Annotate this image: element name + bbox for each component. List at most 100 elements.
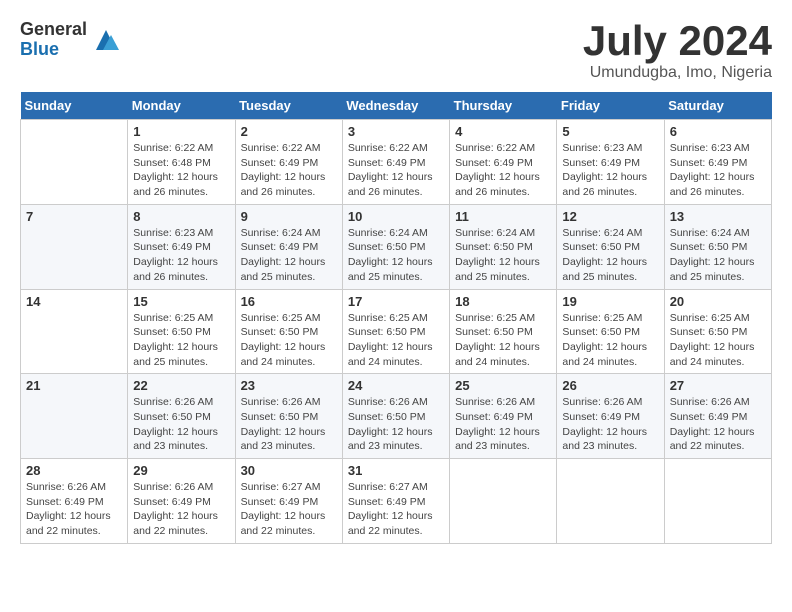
day-number: 13 <box>670 209 766 224</box>
day-number: 3 <box>348 124 444 139</box>
day-number: 29 <box>133 463 229 478</box>
day-number: 26 <box>562 378 658 393</box>
calendar-body: 1 Sunrise: 6:22 AMSunset: 6:48 PMDaylight… <box>21 120 772 544</box>
week-row-4: 21 22 Sunrise: 6:26 AMSunset: 6:50 PMDayli… <box>21 374 772 459</box>
location-text: Umundugba, Imo, Nigeria <box>583 64 772 82</box>
calendar-cell: 15 Sunrise: 6:25 AMSunset: 6:50 PMDayligh… <box>128 289 235 374</box>
calendar-cell: 17Sunrise: 6:25 AMSunset: 6:50 PMDayligh… <box>342 289 449 374</box>
day-number: 8 <box>133 209 229 224</box>
day-number: 4 <box>455 124 551 139</box>
calendar-cell: 27 Sunrise: 6:26 AMSunset: 6:49 PMDayligh… <box>664 374 771 459</box>
day-number: 31 <box>348 463 444 478</box>
day-info: Sunrise: 6:22 AMSunset: 6:49 PMDaylight:… <box>455 141 551 200</box>
day-info: Sunrise: 6:27 AMSunset: 6:49 PMDaylight:… <box>348 480 444 539</box>
day-info: Sunrise: 6:26 AMSunset: 6:49 PMDaylight:… <box>133 480 229 539</box>
calendar-cell: 7 <box>21 204 128 289</box>
calendar-cell: 31 Sunrise: 6:27 AMSunset: 6:49 PMDayligh… <box>342 459 449 544</box>
day-info: Sunrise: 6:26 AMSunset: 6:50 PMDaylight:… <box>133 395 229 454</box>
calendar-cell: 11 Sunrise: 6:24 AMSunset: 6:50 PMDayligh… <box>450 204 557 289</box>
calendar-cell: 9 Sunrise: 6:24 AMSunset: 6:49 PMDaylight… <box>235 204 342 289</box>
header-day-saturday: Saturday <box>664 92 771 120</box>
calendar-cell <box>664 459 771 544</box>
logo-general-text: General <box>20 20 87 40</box>
day-info: Sunrise: 6:26 AMSunset: 6:49 PMDaylight:… <box>26 480 122 539</box>
calendar-cell: 30 Sunrise: 6:27 AMSunset: 6:49 PMDayligh… <box>235 459 342 544</box>
day-info: Sunrise: 6:26 AMSunset: 6:50 PMDaylight:… <box>348 395 444 454</box>
calendar-cell: 10 Sunrise: 6:24 AMSunset: 6:50 PMDayligh… <box>342 204 449 289</box>
header-day-monday: Monday <box>128 92 235 120</box>
day-number: 15 <box>133 294 229 309</box>
day-info: Sunrise: 6:26 AMSunset: 6:50 PMDaylight:… <box>241 395 337 454</box>
day-number: 14 <box>26 294 122 309</box>
calendar-cell: 24Sunrise: 6:26 AMSunset: 6:50 PMDayligh… <box>342 374 449 459</box>
day-number: 30 <box>241 463 337 478</box>
day-info: Sunrise: 6:24 AMSunset: 6:50 PMDaylight:… <box>455 226 551 285</box>
day-number: 11 <box>455 209 551 224</box>
day-info: Sunrise: 6:22 AMSunset: 6:49 PMDaylight:… <box>348 141 444 200</box>
header-day-sunday: Sunday <box>21 92 128 120</box>
calendar-cell: 14 <box>21 289 128 374</box>
calendar-cell <box>450 459 557 544</box>
day-info: Sunrise: 6:24 AMSunset: 6:50 PMDaylight:… <box>562 226 658 285</box>
day-info: Sunrise: 6:26 AMSunset: 6:49 PMDaylight:… <box>670 395 766 454</box>
day-number: 9 <box>241 209 337 224</box>
day-info: Sunrise: 6:26 AMSunset: 6:49 PMDaylight:… <box>562 395 658 454</box>
day-number: 12 <box>562 209 658 224</box>
day-number: 6 <box>670 124 766 139</box>
day-info: Sunrise: 6:24 AMSunset: 6:50 PMDaylight:… <box>348 226 444 285</box>
calendar-cell: 23Sunrise: 6:26 AMSunset: 6:50 PMDayligh… <box>235 374 342 459</box>
calendar-cell: 13Sunrise: 6:24 AMSunset: 6:50 PMDayligh… <box>664 204 771 289</box>
day-number: 17 <box>348 294 444 309</box>
calendar-cell <box>21 120 128 205</box>
header-day-wednesday: Wednesday <box>342 92 449 120</box>
title-block: July 2024 Umundugba, Imo, Nigeria <box>583 20 772 82</box>
day-info: Sunrise: 6:25 AMSunset: 6:50 PMDaylight:… <box>241 311 337 370</box>
calendar-cell: 26 Sunrise: 6:26 AMSunset: 6:49 PMDayligh… <box>557 374 664 459</box>
week-row-1: 1 Sunrise: 6:22 AMSunset: 6:48 PMDaylight… <box>21 120 772 205</box>
day-number: 7 <box>26 209 122 224</box>
week-row-2: 78Sunrise: 6:23 AMSunset: 6:49 PMDayligh… <box>21 204 772 289</box>
day-number: 5 <box>562 124 658 139</box>
calendar-cell: 18Sunrise: 6:25 AMSunset: 6:50 PMDayligh… <box>450 289 557 374</box>
day-info: Sunrise: 6:25 AMSunset: 6:50 PMDaylight:… <box>562 311 658 370</box>
day-info: Sunrise: 6:27 AMSunset: 6:49 PMDaylight:… <box>241 480 337 539</box>
calendar-cell: 3 Sunrise: 6:22 AMSunset: 6:49 PMDaylight… <box>342 120 449 205</box>
day-info: Sunrise: 6:23 AMSunset: 6:49 PMDaylight:… <box>562 141 658 200</box>
page-header: General Blue July 2024 Umundugba, Imo, N… <box>20 20 772 82</box>
calendar-cell: 12 Sunrise: 6:24 AMSunset: 6:50 PMDayligh… <box>557 204 664 289</box>
day-number: 1 <box>133 124 229 139</box>
calendar-table: SundayMondayTuesdayWednesdayThursdayFrid… <box>20 92 772 544</box>
calendar-cell: 4 Sunrise: 6:22 AMSunset: 6:49 PMDaylight… <box>450 120 557 205</box>
calendar-cell: 1 Sunrise: 6:22 AMSunset: 6:48 PMDaylight… <box>128 120 235 205</box>
logo-icon <box>91 25 121 55</box>
day-number: 2 <box>241 124 337 139</box>
calendar-cell: 29 Sunrise: 6:26 AMSunset: 6:49 PMDayligh… <box>128 459 235 544</box>
day-info: Sunrise: 6:24 AMSunset: 6:49 PMDaylight:… <box>241 226 337 285</box>
day-info: Sunrise: 6:25 AMSunset: 6:50 PMDaylight:… <box>670 311 766 370</box>
day-info: Sunrise: 6:22 AMSunset: 6:48 PMDaylight:… <box>133 141 229 200</box>
logo-blue-text: Blue <box>20 40 87 60</box>
calendar-cell: 19Sunrise: 6:25 AMSunset: 6:50 PMDayligh… <box>557 289 664 374</box>
calendar-cell: 2 Sunrise: 6:22 AMSunset: 6:49 PMDaylight… <box>235 120 342 205</box>
day-number: 10 <box>348 209 444 224</box>
day-number: 27 <box>670 378 766 393</box>
day-info: Sunrise: 6:22 AMSunset: 6:49 PMDaylight:… <box>241 141 337 200</box>
logo: General Blue <box>20 20 121 60</box>
calendar-cell: 6 Sunrise: 6:23 AMSunset: 6:49 PMDaylight… <box>664 120 771 205</box>
week-row-5: 28 Sunrise: 6:26 AMSunset: 6:49 PMDayligh… <box>21 459 772 544</box>
day-number: 22 <box>133 378 229 393</box>
calendar-cell: 16 Sunrise: 6:25 AMSunset: 6:50 PMDayligh… <box>235 289 342 374</box>
day-number: 28 <box>26 463 122 478</box>
calendar-cell: 21 <box>21 374 128 459</box>
day-info: Sunrise: 6:26 AMSunset: 6:49 PMDaylight:… <box>455 395 551 454</box>
day-number: 20 <box>670 294 766 309</box>
day-info: Sunrise: 6:25 AMSunset: 6:50 PMDaylight:… <box>133 311 229 370</box>
calendar-cell <box>557 459 664 544</box>
day-number: 16 <box>241 294 337 309</box>
day-info: Sunrise: 6:23 AMSunset: 6:49 PMDaylight:… <box>670 141 766 200</box>
calendar-cell: 25Sunrise: 6:26 AMSunset: 6:49 PMDayligh… <box>450 374 557 459</box>
header-day-thursday: Thursday <box>450 92 557 120</box>
header-day-tuesday: Tuesday <box>235 92 342 120</box>
day-number: 21 <box>26 378 122 393</box>
day-info: Sunrise: 6:25 AMSunset: 6:50 PMDaylight:… <box>455 311 551 370</box>
